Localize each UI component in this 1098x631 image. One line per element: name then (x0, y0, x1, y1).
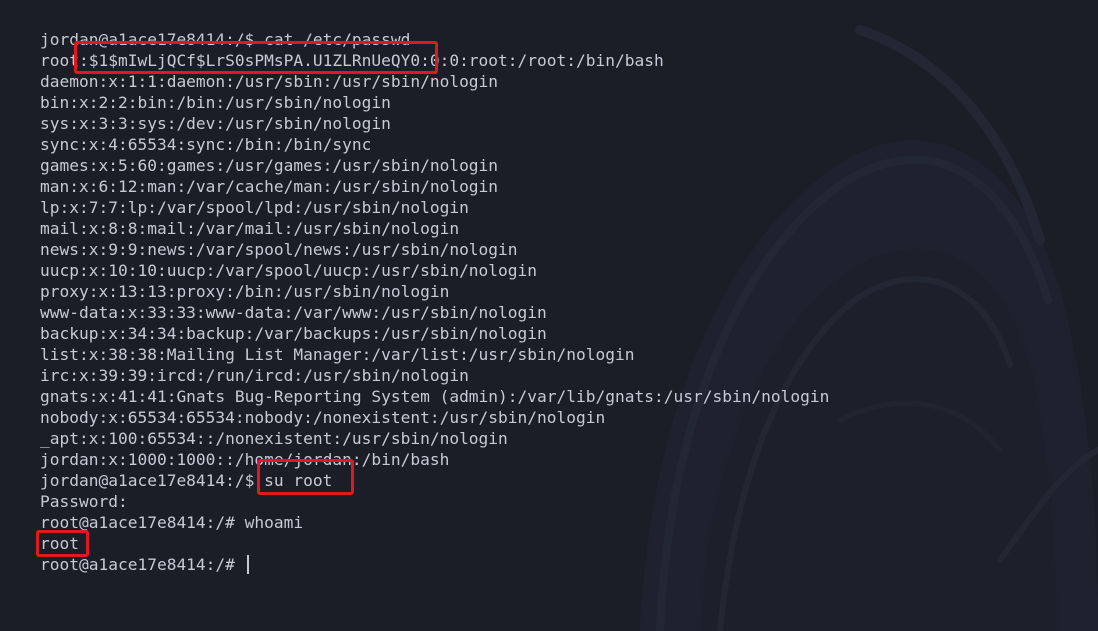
terminal-line: _apt:x:100:65534::/nonexistent:/usr/sbin… (40, 429, 508, 448)
terminal-line: games:x:5:60:games:/usr/games:/usr/sbin/… (40, 156, 499, 175)
terminal-line: man:x:6:12:man:/var/cache/man:/usr/sbin/… (40, 177, 499, 196)
highlight-box-su-root (257, 459, 354, 495)
terminal-line: sync:x:4:65534:sync:/bin:/bin/sync (40, 135, 372, 154)
terminal-line: nobody:x:65534:65534:nobody:/nonexistent… (40, 408, 606, 427)
terminal-line: mail:x:8:8:mail:/var/mail:/usr/sbin/nolo… (40, 219, 460, 238)
terminal-line: jordan@a1ace17e8414:/$ su root (40, 471, 333, 490)
terminal-window[interactable]: jordan@a1ace17e8414:/$ cat /etc/passwd ro… (0, 0, 1098, 631)
terminal-line: backup:x:34:34:backup:/var/backups:/usr/… (40, 324, 547, 343)
terminal-line: irc:x:39:39:ircd:/run/ircd:/usr/sbin/nol… (40, 366, 469, 385)
terminal-prompt: root@a1ace17e8414:/# (40, 555, 245, 574)
highlight-box-root-hash (74, 41, 438, 74)
terminal-line: uucp:x:10:10:uucp:/var/spool/uucp:/usr/s… (40, 261, 538, 280)
terminal-line: www-data:x:33:33:www-data:/var/www:/usr/… (40, 303, 547, 322)
terminal-line: jordan:x:1000:1000::/home/jordan:/bin/ba… (40, 450, 450, 469)
terminal-line: root (40, 534, 79, 553)
terminal-line: lp:x:7:7:lp:/var/spool/lpd:/usr/sbin/nol… (40, 198, 469, 217)
terminal-line: gnats:x:41:41:Gnats Bug-Reporting System… (40, 387, 830, 406)
terminal-line: root@a1ace17e8414:/# whoami (40, 513, 304, 532)
terminal-line: daemon:x:1:1:daemon:/usr/sbin:/usr/sbin/… (40, 72, 499, 91)
terminal-line: sys:x:3:3:sys:/dev:/usr/sbin/nologin (40, 114, 391, 133)
terminal-prompt-line[interactable]: root@a1ace17e8414:/# (40, 554, 829, 575)
terminal-line: Password: (40, 492, 128, 511)
terminal-line: news:x:9:9:news:/var/spool/news:/usr/sbi… (40, 240, 518, 259)
text-cursor (246, 555, 249, 574)
terminal-line: list:x:38:38:Mailing List Manager:/var/l… (40, 345, 635, 364)
terminal-line: bin:x:2:2:bin:/bin:/usr/sbin/nologin (40, 93, 391, 112)
highlight-box-whoami-result (36, 530, 89, 557)
terminal-output: jordan@a1ace17e8414:/$ cat /etc/passwd ro… (40, 29, 829, 575)
terminal-line: proxy:x:13:13:proxy:/bin:/usr/sbin/nolog… (40, 282, 450, 301)
